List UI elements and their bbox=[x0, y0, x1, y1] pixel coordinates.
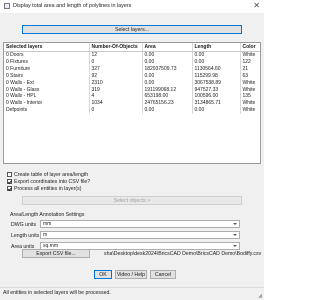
export-csv-checkbox[interactable] bbox=[7, 179, 12, 184]
cell-area: 191199068.12 bbox=[142, 86, 193, 94]
cell-count: 4 bbox=[89, 93, 143, 101]
layers-table[interactable]: Selected layers Number-Of-Objects Area L… bbox=[3, 42, 261, 164]
cell-color: White bbox=[242, 107, 256, 114]
select-layers-button[interactable]: Select layers... bbox=[22, 25, 242, 34]
create-table-option[interactable]: Create table of layer area/length bbox=[7, 172, 88, 179]
dialog-body: Select layers... Selected layers Number-… bbox=[0, 13, 264, 300]
cell-layer: 0 Walls - Interior bbox=[4, 100, 90, 108]
cell-length: 3067538.89 bbox=[192, 79, 241, 87]
process-all-label: Process all entities in layer(s) bbox=[14, 186, 82, 192]
cell-color: White bbox=[242, 79, 256, 86]
cell-area: 0.00 bbox=[142, 107, 193, 115]
cell-count: 319 bbox=[89, 86, 143, 94]
header-number-of-objects[interactable]: Number-Of-Objects bbox=[89, 43, 143, 52]
cell-color: 63 bbox=[242, 72, 249, 79]
cell-length: 115299.98 bbox=[192, 72, 241, 80]
annotation-settings-heading: Area/Length Annotation Settings bbox=[10, 212, 85, 218]
table-row[interactable]: 0 Doors 12 0.00 0.00 White bbox=[4, 51, 260, 59]
create-table-label: Create table of layer area/length bbox=[14, 172, 89, 178]
cell-layer: 0 Fixtures bbox=[4, 58, 90, 66]
dwg-units-label: DWG units bbox=[11, 222, 37, 228]
resize-grip-icon[interactable]: ◢ bbox=[258, 293, 262, 299]
cell-layer: 0 Furniture bbox=[4, 65, 90, 73]
process-all-checkbox[interactable] bbox=[7, 186, 12, 191]
chevron-down-icon bbox=[233, 223, 237, 225]
create-table-checkbox[interactable] bbox=[7, 172, 12, 177]
window-title: Display total area and length of polylin… bbox=[13, 3, 132, 9]
cell-area: 0.00 bbox=[142, 58, 193, 66]
cell-count: 92 bbox=[89, 72, 143, 80]
cell-color: White bbox=[242, 52, 256, 58]
table-row[interactable]: 0 Walls - Interior 1034 24765156.23 3134… bbox=[4, 100, 260, 108]
table-row[interactable]: 0 Walls - Ext 2310 0.00 3067538.89 White bbox=[4, 79, 260, 87]
cell-area: 182937509.73 bbox=[142, 65, 193, 73]
cell-layer: Defpoints bbox=[4, 107, 90, 115]
cell-count: 327 bbox=[89, 65, 143, 73]
cell-length: 947527.33 bbox=[192, 86, 241, 94]
cell-length: 1130564.60 bbox=[192, 65, 241, 73]
chevron-down-icon bbox=[233, 245, 237, 247]
cell-count: 0 bbox=[89, 58, 143, 66]
table-row[interactable]: 0 Furniture 327 182937509.73 1130564.60 … bbox=[4, 65, 260, 73]
export-csv-label: Export coordinates into CSV file? bbox=[14, 179, 91, 185]
select-objects-button[interactable]: Select objects > bbox=[22, 196, 242, 205]
length-units-select[interactable]: m bbox=[40, 231, 240, 239]
dwg-units-value: mm bbox=[43, 221, 52, 227]
chevron-down-icon bbox=[233, 234, 237, 236]
export-csv-button[interactable]: Export CSV file... bbox=[22, 249, 90, 258]
cell-count: 1034 bbox=[89, 100, 143, 108]
header-selected-layers[interactable]: Selected layers bbox=[4, 43, 90, 52]
table-row[interactable]: 0 Walls - Glass 319 191199068.12 947527.… bbox=[4, 86, 260, 94]
cell-area: 653198.00 bbox=[142, 93, 193, 101]
cell-layer: 0 Walls - Glass bbox=[4, 86, 90, 94]
export-path: sha\Desktop\desk2024\BricsCAD Demo\Brics… bbox=[104, 251, 262, 257]
cell-layer: 0 Stairs bbox=[4, 72, 90, 80]
table-row[interactable]: 0 Fixtures 0 0.00 0.00 122 bbox=[4, 58, 260, 66]
cell-color: 21 bbox=[242, 65, 249, 72]
length-units-label: Length units bbox=[11, 233, 40, 239]
header-color[interactable]: Color bbox=[240, 43, 260, 52]
app-icon bbox=[4, 3, 10, 9]
process-all-option[interactable]: Process all entities in layer(s) bbox=[7, 186, 81, 193]
cell-length: 0.00 bbox=[192, 107, 241, 115]
cell-count: 0 bbox=[89, 107, 143, 115]
dwg-units-select[interactable]: mm bbox=[40, 220, 240, 228]
table-header-row: Selected layers Number-Of-Objects Area L… bbox=[4, 43, 260, 52]
video-help-button[interactable]: Video / Help bbox=[115, 270, 147, 279]
cell-area: 0.00 bbox=[142, 79, 193, 87]
cancel-button[interactable]: Cancel bbox=[150, 270, 176, 279]
close-icon[interactable]: ✕ bbox=[253, 1, 260, 11]
cell-layer: 0 Doors bbox=[4, 51, 90, 59]
cell-color: White bbox=[242, 100, 256, 107]
cell-color: 135 bbox=[242, 93, 251, 100]
table-row[interactable]: 0 Walls - HPL 4 653198.00 100596.00 135 bbox=[4, 93, 260, 101]
length-units-value: m bbox=[43, 232, 48, 238]
cell-length: 0.00 bbox=[192, 51, 241, 59]
header-length[interactable]: Length bbox=[192, 43, 241, 52]
cell-length: 0.00 bbox=[192, 58, 241, 66]
cell-area: 24765156.23 bbox=[142, 100, 193, 108]
table-row[interactable]: 0 Stairs 92 0.00 115299.98 63 bbox=[4, 72, 260, 80]
export-csv-option[interactable]: Export coordinates into CSV file? bbox=[7, 179, 90, 186]
cell-layer: 0 Walls - HPL bbox=[4, 93, 90, 101]
cell-area: 0.00 bbox=[142, 72, 193, 80]
table-row[interactable]: Defpoints 0 0.00 0.00 White bbox=[4, 107, 260, 115]
ok-button[interactable]: OK bbox=[94, 270, 112, 279]
cell-layer: 0 Walls - Ext bbox=[4, 79, 90, 87]
cell-color: 122 bbox=[242, 58, 251, 65]
status-text: All entities in selected layers will be … bbox=[3, 290, 111, 296]
cell-length: 100596.00 bbox=[192, 93, 241, 101]
header-area[interactable]: Area bbox=[142, 43, 193, 52]
title-bar: Display total area and length of polylin… bbox=[0, 0, 264, 14]
status-bar: All entities in selected layers will be … bbox=[0, 287, 264, 300]
cell-color: White bbox=[242, 86, 256, 93]
cell-length: 3134865.71 bbox=[192, 100, 241, 108]
cell-count: 2310 bbox=[89, 79, 143, 87]
cell-count: 12 bbox=[89, 51, 143, 59]
cell-area: 0.00 bbox=[142, 51, 193, 59]
